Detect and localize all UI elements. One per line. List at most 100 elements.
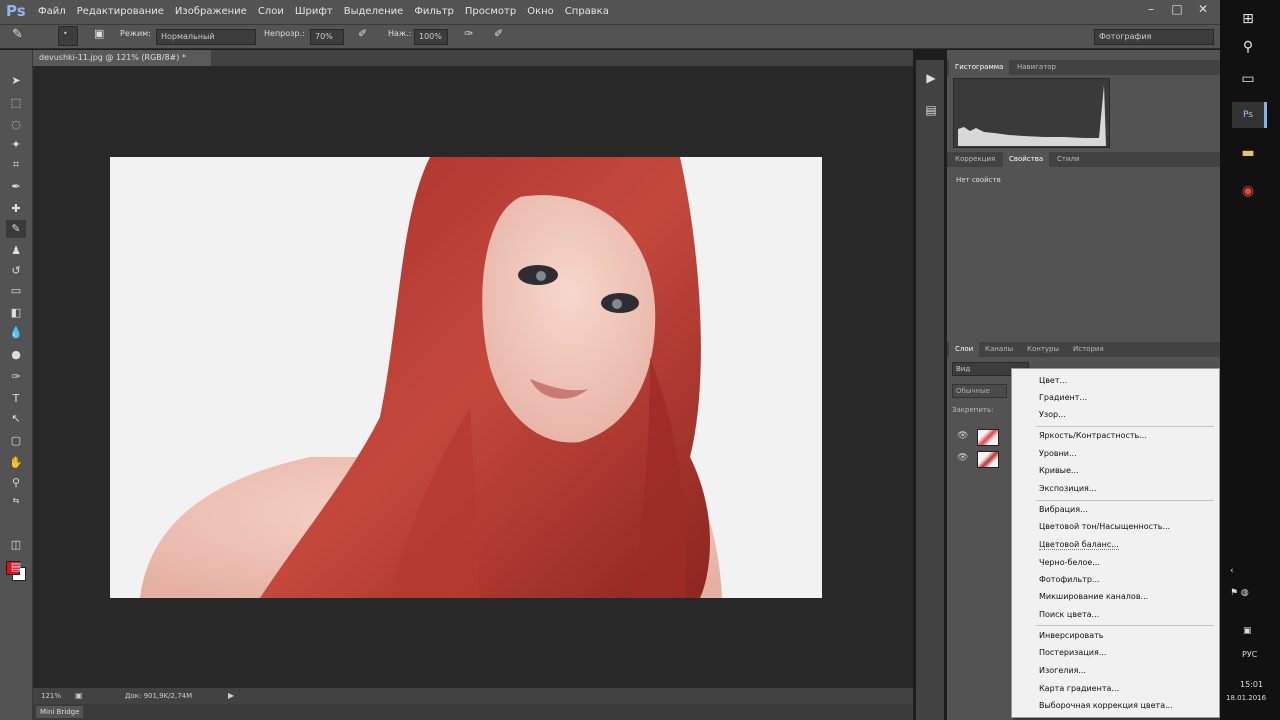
- type-tool-icon[interactable]: T: [6, 390, 26, 408]
- mini-bridge-tab[interactable]: Mini Bridge: [36, 706, 84, 718]
- move-tool-icon[interactable]: ➤: [6, 72, 26, 90]
- menu-item-vibrance[interactable]: Вибрация...: [1039, 505, 1088, 514]
- menu-item-brightness-contrast[interactable]: Яркость/Контрастность...: [1039, 431, 1147, 440]
- marquee-tool-icon[interactable]: ⬚: [6, 94, 26, 112]
- workspace-select[interactable]: Фотография: [1094, 29, 1214, 45]
- pressure-opacity-icon[interactable]: ✐: [358, 27, 367, 41]
- stamp-tool-icon[interactable]: ♟: [6, 242, 26, 260]
- brush-panel-icon[interactable]: ▣: [94, 27, 104, 41]
- brush-tool-icon[interactable]: ✎: [6, 220, 26, 238]
- tab-navigator[interactable]: Навигатор: [1011, 60, 1062, 75]
- menu-item-black-white[interactable]: Черно-белое...: [1039, 558, 1100, 567]
- gradient-tool-icon[interactable]: ◧: [6, 304, 26, 322]
- menu-item-photo-filter[interactable]: Фотофильтр...: [1039, 575, 1100, 584]
- menu-type[interactable]: Шрифт: [295, 6, 333, 17]
- close-button[interactable]: ✕: [1190, 0, 1216, 20]
- menu-item-exposure[interactable]: Экспозиция...: [1039, 484, 1096, 493]
- layer-row[interactable]: 👁: [950, 427, 1010, 447]
- chrome-icon[interactable]: ◉: [1232, 178, 1264, 204]
- play-action-icon[interactable]: ▶: [921, 68, 941, 88]
- flow-input[interactable]: 100%: [414, 29, 448, 45]
- task-view-icon[interactable]: ▭: [1232, 66, 1264, 92]
- photo-canvas[interactable]: [110, 157, 822, 598]
- pen-tool-icon[interactable]: ✑: [6, 368, 26, 386]
- hand-tool-icon[interactable]: ✋: [6, 454, 26, 472]
- screen-mode-icon[interactable]: ▤: [6, 558, 26, 576]
- tab-layers[interactable]: Слои: [949, 342, 980, 357]
- menu-item-threshold[interactable]: Изогелия...: [1039, 666, 1086, 675]
- airbrush-icon[interactable]: ✑: [464, 27, 473, 41]
- eyedropper-tool-icon[interactable]: ✒: [6, 178, 26, 196]
- options-bar: ✎ • ▣ Режим: Нормальный Непрозр.: 70% ✐ …: [0, 25, 1220, 49]
- menu-image[interactable]: Изображение: [175, 6, 247, 17]
- tray-icons[interactable]: ⚑ ◍: [1230, 588, 1249, 598]
- tab-history[interactable]: История: [1067, 342, 1110, 357]
- tab-histogram[interactable]: Гистограмма: [949, 60, 1010, 75]
- menu-item-pattern[interactable]: Узор...: [1039, 410, 1066, 419]
- eraser-tool-icon[interactable]: ▭: [6, 282, 26, 300]
- visibility-eye-icon[interactable]: 👁: [957, 431, 968, 441]
- quick-select-tool-icon[interactable]: ✦: [6, 136, 26, 154]
- crop-tool-icon[interactable]: ⌗: [6, 156, 26, 174]
- menu-item-selective-color[interactable]: Выборочная коррекция цвета...: [1039, 701, 1173, 710]
- zoom-level[interactable]: 121%: [41, 692, 61, 700]
- minimize-button[interactable]: –: [1138, 0, 1164, 20]
- menu-item-channel-mixer[interactable]: Микширование каналов...: [1039, 592, 1148, 601]
- windows-start-icon[interactable]: ⊞: [1232, 6, 1264, 32]
- zoom-tool-icon[interactable]: ⚲: [6, 474, 26, 492]
- blur-tool-icon[interactable]: 💧: [6, 324, 26, 342]
- search-icon[interactable]: ⚲: [1232, 34, 1264, 60]
- clock-date[interactable]: 18.01.2016: [1226, 694, 1266, 702]
- photoshop-taskbar-icon[interactable]: Ps: [1232, 102, 1267, 128]
- menu-item-hue-saturation[interactable]: Цветовой тон/Насыщенность...: [1039, 522, 1170, 531]
- healing-tool-icon[interactable]: ✚: [6, 200, 26, 218]
- export-icon[interactable]: ▣: [75, 691, 83, 700]
- tab-properties[interactable]: Свойства: [1003, 152, 1050, 167]
- mode-select[interactable]: Нормальный: [156, 29, 256, 45]
- menu-file[interactable]: Файл: [38, 6, 66, 17]
- menu-help[interactable]: Справка: [565, 6, 609, 17]
- tab-styles[interactable]: Стили: [1051, 152, 1086, 167]
- brush-tool-icon[interactable]: ✎: [12, 27, 23, 42]
- menu-filter[interactable]: Фильтр: [414, 6, 454, 17]
- path-select-tool-icon[interactable]: ↖: [6, 410, 26, 428]
- menu-item-invert[interactable]: Инверсировать: [1039, 631, 1104, 640]
- menu-window[interactable]: Окно: [527, 6, 554, 17]
- clock-time[interactable]: 15:01: [1240, 680, 1263, 689]
- menu-layers[interactable]: Слои: [258, 6, 284, 17]
- menu-item-levels[interactable]: Уровни...: [1039, 449, 1077, 458]
- layer-row[interactable]: 👁: [950, 449, 1010, 469]
- visibility-eye-icon[interactable]: 👁: [957, 453, 968, 463]
- file-explorer-icon[interactable]: ▬: [1232, 140, 1264, 166]
- tray-chevron-icon[interactable]: ‹: [1230, 566, 1234, 576]
- menu-select[interactable]: Выделение: [344, 6, 404, 17]
- document-tab[interactable]: devushki-11.jpg @ 121% (RGB/8#) *: [33, 50, 211, 66]
- shape-tool-icon[interactable]: ▢: [6, 432, 26, 450]
- menu-item-color-balance[interactable]: Цветовой баланс...: [1039, 540, 1119, 550]
- tab-channels[interactable]: Каналы: [979, 342, 1019, 357]
- language-indicator[interactable]: РУС: [1242, 650, 1257, 659]
- menu-item-curves[interactable]: Кривые...: [1039, 466, 1079, 475]
- menu-view[interactable]: Просмотр: [465, 6, 516, 17]
- menu-item-color-lookup[interactable]: Поиск цвета...: [1039, 610, 1099, 619]
- menu-item-posterize[interactable]: Постеризация...: [1039, 648, 1106, 657]
- lasso-tool-icon[interactable]: ◌: [6, 116, 26, 134]
- quick-mask-icon[interactable]: ◫: [6, 536, 26, 554]
- brush-preset-picker[interactable]: •: [58, 26, 78, 46]
- menu-item-gradient[interactable]: Градиент...: [1039, 393, 1087, 402]
- pressure-size-icon[interactable]: ✐: [494, 27, 503, 41]
- layers-blend-mode[interactable]: Обычные: [952, 384, 1007, 398]
- maximize-button[interactable]: □: [1164, 0, 1190, 20]
- opacity-input[interactable]: 70%: [310, 29, 344, 45]
- status-arrow-icon[interactable]: ▶: [228, 691, 234, 700]
- swap-colors-icon[interactable]: ⇆: [6, 492, 26, 510]
- menu-edit[interactable]: Редактирование: [77, 6, 164, 17]
- menu-item-gradient-map[interactable]: Карта градиента...: [1039, 684, 1119, 693]
- menu-item-solid-color[interactable]: Цвет...: [1039, 376, 1067, 385]
- tab-adjustments[interactable]: Коррекция: [949, 152, 1001, 167]
- layer-comps-icon[interactable]: ▤: [921, 100, 941, 120]
- dodge-tool-icon[interactable]: ●: [6, 346, 26, 364]
- network-icon[interactable]: ▣: [1243, 626, 1252, 636]
- history-brush-tool-icon[interactable]: ↺: [6, 262, 26, 280]
- tab-paths[interactable]: Контуры: [1021, 342, 1065, 357]
